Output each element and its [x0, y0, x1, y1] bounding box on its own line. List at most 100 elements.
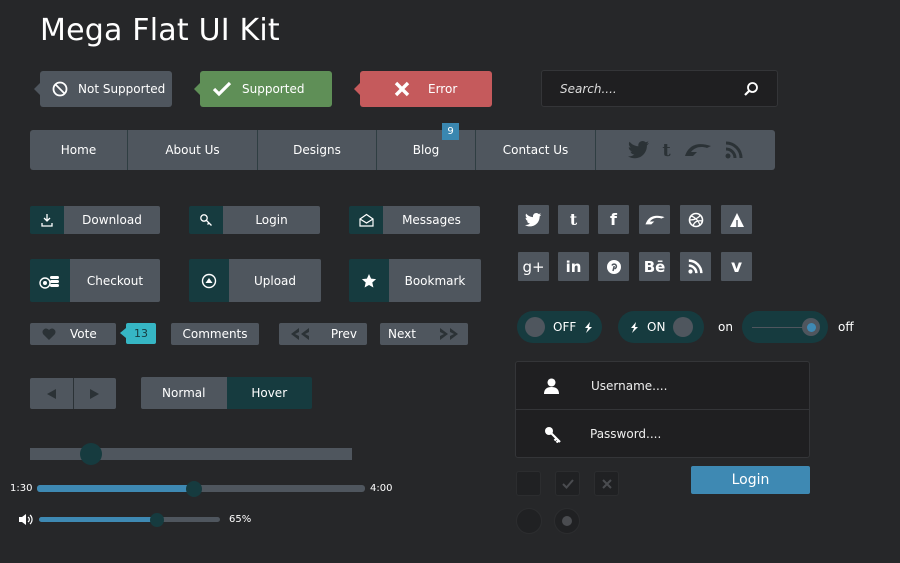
vimeo-icon[interactable]: v: [721, 252, 752, 281]
double-chevron-right-icon: [440, 328, 458, 340]
tumblr-icon[interactable]: t: [558, 205, 589, 234]
download-button[interactable]: Download: [30, 206, 160, 234]
alert-label: Supported: [242, 82, 305, 96]
vote-button[interactable]: Vote: [30, 323, 116, 345]
key-icon: [189, 206, 223, 234]
alert-label: Not Supported: [78, 82, 166, 96]
double-chevron-left-icon: [291, 328, 309, 340]
bookmark-button[interactable]: Bookmark: [349, 259, 481, 302]
toggle-knob: [525, 317, 545, 337]
search-box: [541, 70, 778, 107]
rss-icon[interactable]: [725, 141, 743, 159]
volume-thumb[interactable]: [149, 512, 164, 527]
upload-button[interactable]: Upload: [189, 259, 321, 302]
next-button[interactable]: Next: [380, 323, 468, 345]
twitter-icon[interactable]: [628, 141, 650, 159]
current-time: 1:30: [10, 483, 33, 494]
progress-thumb[interactable]: [186, 480, 203, 497]
page-title: Mega Flat UI Kit: [40, 13, 280, 48]
volume-icon[interactable]: [18, 513, 33, 526]
vote-count-badge: 13: [126, 323, 156, 344]
checkbox-crossed[interactable]: [594, 471, 619, 496]
arrow-left-button[interactable]: [30, 378, 74, 409]
pinterest-icon[interactable]: [598, 252, 629, 281]
triangle-right-icon: [90, 388, 100, 399]
alert-supported[interactable]: Supported: [194, 71, 332, 107]
toggle-off[interactable]: OFF: [517, 311, 602, 343]
comments-button[interactable]: Comments: [171, 323, 259, 345]
close-icon: [394, 81, 410, 97]
switch-knob: [802, 318, 820, 336]
nav-item-designs[interactable]: Designs: [258, 130, 377, 170]
behance-icon[interactable]: Bē: [639, 252, 670, 281]
checkbox-empty[interactable]: [516, 471, 541, 496]
range-slider[interactable]: [30, 443, 352, 465]
button-label: Upload: [229, 259, 321, 302]
normal-button[interactable]: Normal: [141, 377, 227, 409]
toggle-knob: [673, 317, 694, 337]
radio-empty[interactable]: [516, 508, 542, 534]
switch-track: [752, 326, 808, 328]
nav-item-contact[interactable]: Contact Us: [476, 130, 596, 170]
arrow-right-button[interactable]: [74, 378, 117, 409]
googleplus-icon[interactable]: g+: [518, 252, 549, 281]
button-label: Bookmark: [389, 259, 481, 302]
rss-icon[interactable]: [680, 252, 711, 281]
alert-error[interactable]: Error: [354, 71, 492, 107]
slider-thumb[interactable]: [80, 443, 103, 465]
check-icon: [212, 81, 232, 97]
nav-social: t: [596, 130, 775, 170]
button-label: Prev: [330, 327, 357, 341]
button-label: Vote: [70, 327, 97, 341]
button-label: Next: [388, 327, 416, 341]
coins-icon: [30, 259, 70, 302]
button-label: Messages: [383, 206, 480, 234]
login-button[interactable]: Login: [189, 206, 320, 234]
username-row: [516, 362, 809, 410]
switch-on-label: on: [718, 320, 733, 334]
dribbble-icon[interactable]: [680, 205, 711, 234]
switch-slider[interactable]: [742, 311, 828, 343]
nav-item-blog[interactable]: Blog 9: [377, 123, 476, 170]
prev-button[interactable]: Prev: [279, 323, 367, 345]
search-input[interactable]: [560, 81, 743, 96]
password-row: [516, 410, 809, 458]
radio-selected[interactable]: [554, 508, 580, 534]
messages-button[interactable]: Messages: [349, 206, 480, 234]
total-time: 4:00: [370, 483, 393, 494]
main-nav: Home About Us Designs Blog 9 Contact Us …: [30, 123, 775, 170]
badge-arrow: [120, 328, 126, 338]
linkedin-icon[interactable]: in: [558, 252, 589, 281]
nav-item-home[interactable]: Home: [30, 130, 128, 170]
login-submit-button[interactable]: Login: [691, 466, 810, 494]
heart-icon: [42, 328, 56, 340]
volume-slider[interactable]: [39, 512, 220, 527]
switch-off-label: off: [838, 320, 854, 334]
tumblr-icon[interactable]: t: [662, 140, 670, 161]
facebook-icon[interactable]: f: [598, 205, 629, 234]
volume-value: 65%: [229, 514, 252, 525]
hover-button[interactable]: Hover: [226, 377, 312, 409]
nav-item-about[interactable]: About Us: [128, 130, 258, 170]
notification-badge: 9: [442, 123, 459, 140]
toggle-on[interactable]: ON: [618, 311, 704, 343]
bolt-icon: [631, 321, 638, 333]
alert-not-supported[interactable]: Not Supported: [34, 71, 172, 107]
search-icon[interactable]: [743, 81, 759, 97]
close-icon: [601, 478, 612, 489]
login-form: [515, 361, 810, 458]
checkout-button[interactable]: Checkout: [30, 259, 160, 302]
radio-dot: [562, 516, 572, 526]
progress-fill: [37, 485, 195, 492]
deviantart-icon[interactable]: [639, 205, 670, 234]
twitter-icon[interactable]: [518, 205, 549, 234]
checkbox-checked[interactable]: [555, 471, 580, 496]
forrst-icon[interactable]: [721, 205, 752, 234]
username-input[interactable]: [591, 378, 741, 393]
password-input[interactable]: [590, 427, 740, 441]
star-icon: [349, 259, 389, 302]
envelope-icon: [349, 206, 383, 234]
prohibited-icon: [52, 81, 68, 97]
deviantart-icon[interactable]: [683, 142, 713, 158]
progress-slider[interactable]: [37, 480, 365, 497]
